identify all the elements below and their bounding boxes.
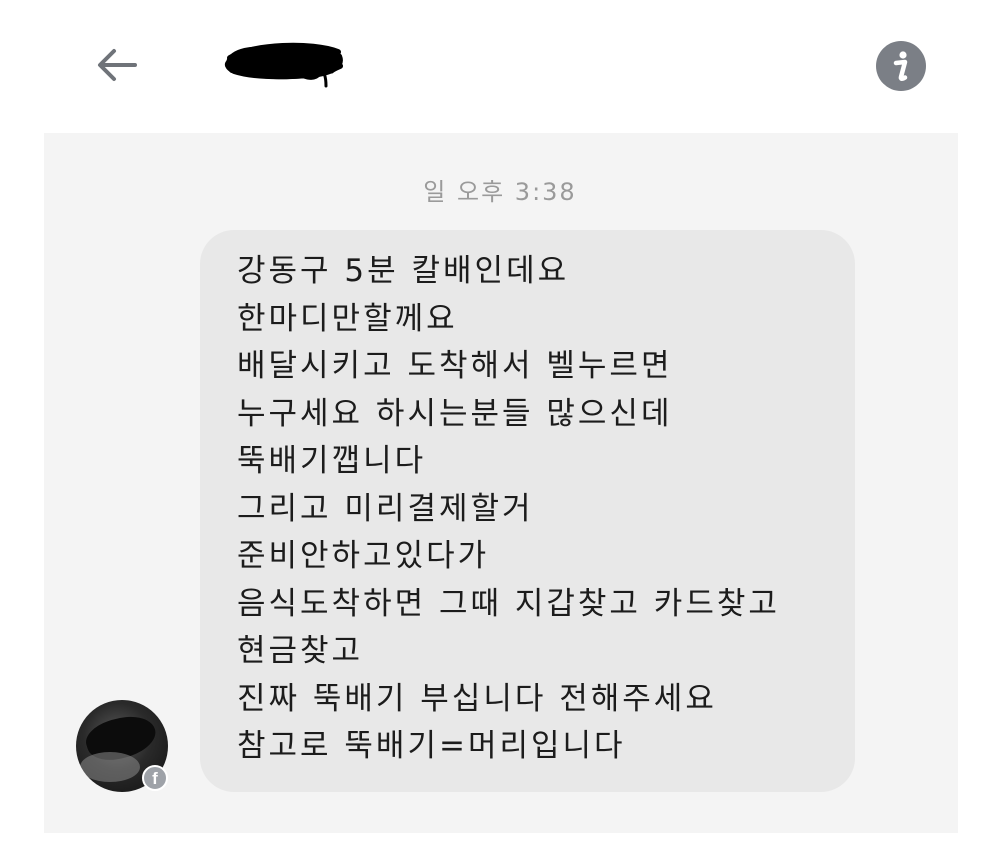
facebook-badge-icon: f bbox=[142, 765, 168, 791]
back-button[interactable] bbox=[92, 42, 142, 88]
message-line: 뚝배기깹니다 bbox=[237, 443, 427, 479]
message-line: 참고로 뚝배기=머리입니다 bbox=[237, 728, 626, 764]
messenger-screen: 일 오후 3:38 강동구 5분 칼배인데요 한마디만할께요 배달시키고 도착해… bbox=[0, 0, 1000, 857]
message-timestamp: 일 오후 3:38 bbox=[423, 178, 577, 206]
arrow-left-icon bbox=[98, 49, 137, 81]
message-line: 그리고 미리결제할거 bbox=[237, 490, 534, 527]
message-line: 현금찾고 bbox=[237, 633, 364, 669]
message-line: 한마디만할께요 bbox=[237, 300, 458, 337]
message-line: 준비안하고있다가 bbox=[237, 538, 490, 574]
message-line: 진짜 뚝배기 부십니다 전해주세요 bbox=[237, 680, 717, 717]
info-icon bbox=[893, 51, 908, 81]
message-line: 음식도착하면 그때 지갑찾고 카드찾고 bbox=[237, 585, 780, 622]
conversation-header bbox=[0, 0, 1000, 130]
message-line: 누구세요 하시는분들 많으신데 bbox=[237, 395, 673, 432]
message-line: 강동구 5분 칼배인데요 bbox=[237, 253, 570, 289]
message-bubble[interactable]: 강동구 5분 칼배인데요 한마디만할께요 배달시키고 도착해서 벨누르면 누구세… bbox=[200, 230, 855, 792]
info-button[interactable] bbox=[876, 41, 926, 91]
redaction-scribble bbox=[224, 42, 343, 88]
message-line: 배달시키고 도착해서 벨누르면 bbox=[237, 348, 673, 384]
contact-name[interactable] bbox=[222, 38, 348, 92]
